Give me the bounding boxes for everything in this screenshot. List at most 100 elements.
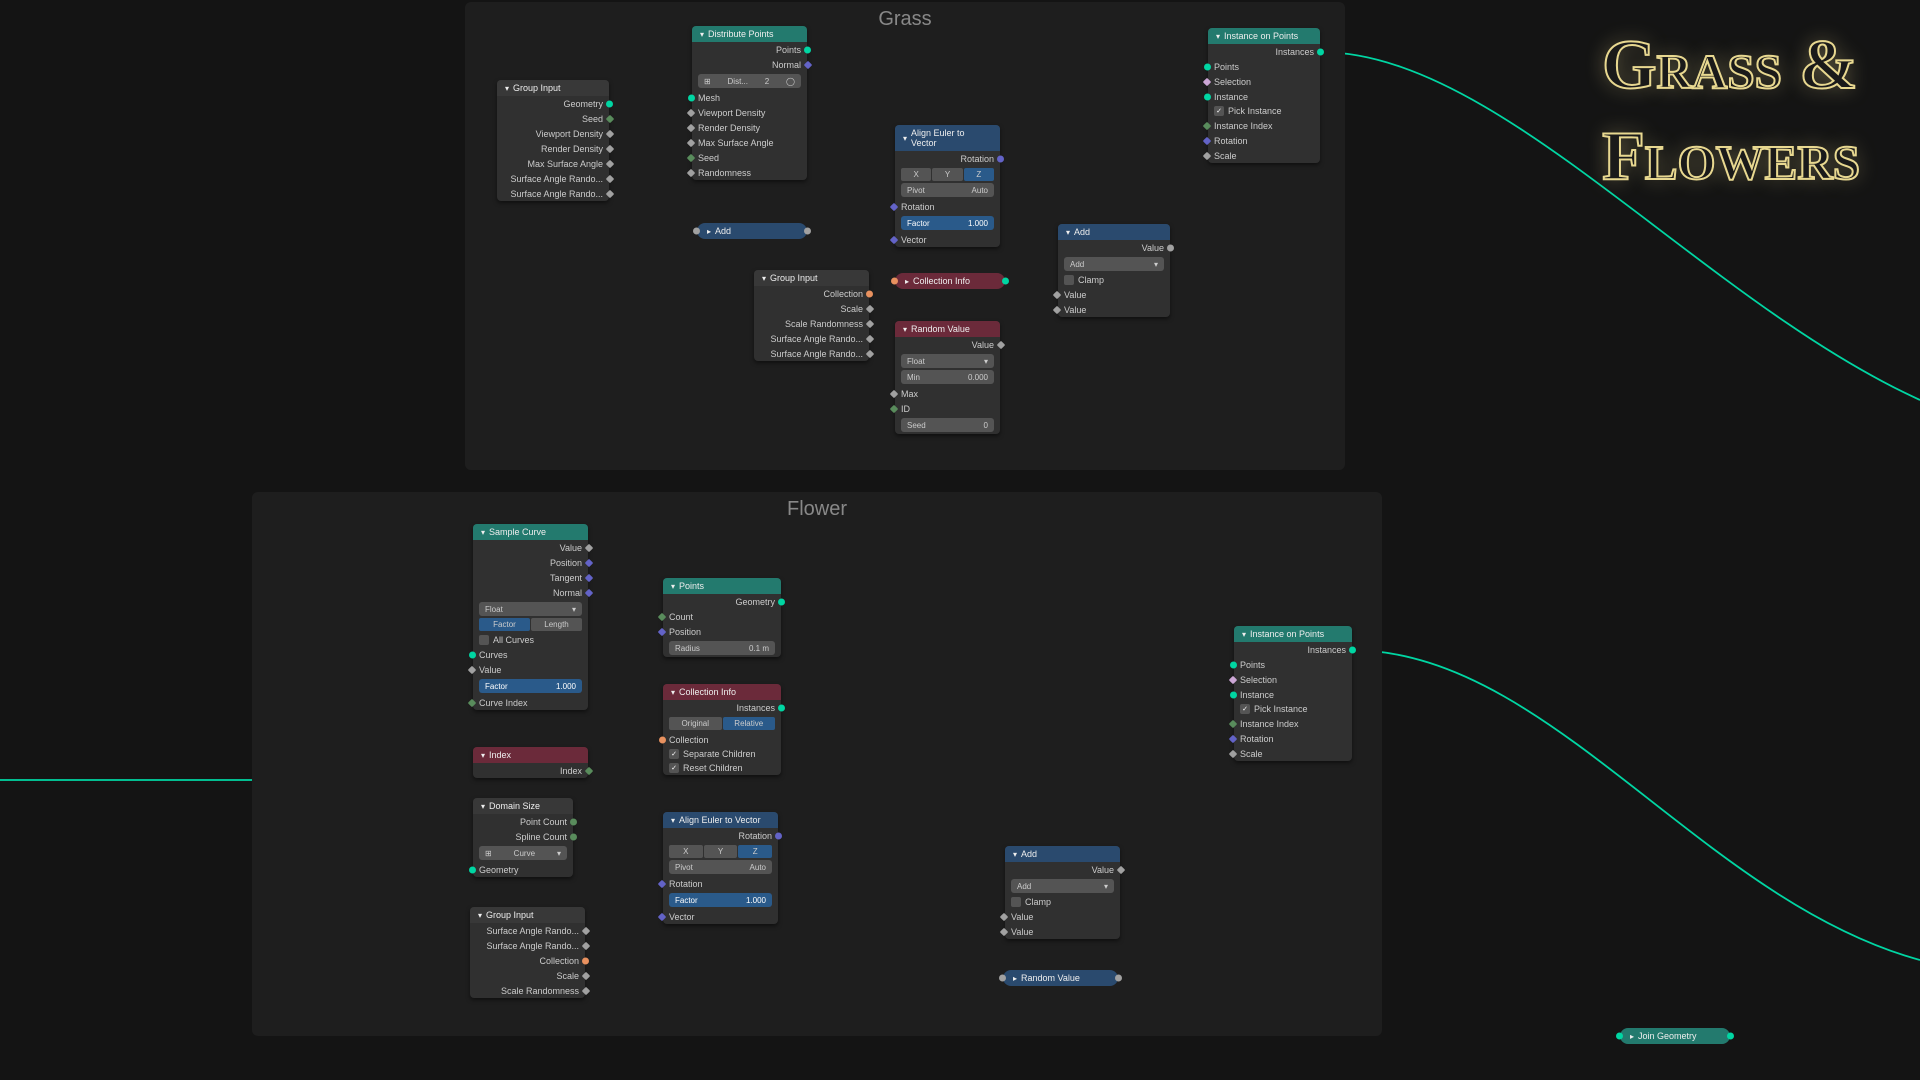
pivot-field[interactable]: PivotAuto <box>901 183 994 197</box>
mode-buttons[interactable]: Original Relative <box>669 717 775 730</box>
socket-label: Position <box>669 627 701 637</box>
socket-label: Scale <box>840 304 863 314</box>
socket-label: Point Count <box>520 817 567 827</box>
socket-label: Surface Angle Rando... <box>770 334 863 344</box>
node-title[interactable]: Group Input <box>754 270 869 286</box>
socket-label: Surface Angle Rando... <box>486 926 579 936</box>
node-index[interactable]: Index Index <box>473 747 588 778</box>
socket-label: Curve Index <box>479 698 528 708</box>
node-collection-info-collapsed[interactable]: Collection Info <box>895 273 1005 289</box>
socket-label: Points <box>776 45 801 55</box>
axis-buttons[interactable]: X Y Z <box>669 845 772 858</box>
socket-label: Points <box>1240 660 1265 670</box>
node-title[interactable]: Random Value <box>895 321 1000 337</box>
socket-label: Value <box>560 543 582 553</box>
pivot-field[interactable]: PivotAuto <box>669 860 772 874</box>
title-overlay: Grass & Flowers <box>1602 20 1860 202</box>
node-instance-on-points[interactable]: Instance on Points Instances Points Sele… <box>1234 626 1352 761</box>
socket-label: Rotation <box>669 879 703 889</box>
node-title[interactable]: Instance on Points <box>1208 28 1320 44</box>
socket-label: Value <box>1011 927 1033 937</box>
node-title[interactable]: Distribute Points <box>692 26 807 42</box>
socket-label: Instance <box>1240 690 1274 700</box>
socket-label: Selection <box>1240 675 1277 685</box>
separate-children[interactable]: Separate Children <box>663 747 781 761</box>
node-instance-on-points[interactable]: Instance on Points Instances Points Sele… <box>1208 28 1320 163</box>
socket-label: Instances <box>1275 47 1314 57</box>
node-add[interactable]: Add Value Add▾ Clamp Value Value <box>1005 846 1120 939</box>
frame-title: Flower <box>252 492 1382 527</box>
socket-label: Value <box>1092 865 1114 875</box>
socket-label: Max Surface Angle <box>527 159 603 169</box>
frame-flower: Flower <box>252 492 1382 1036</box>
socket-label: Surface Angle Rando... <box>770 349 863 359</box>
socket-label: Rotation <box>960 154 994 164</box>
node-random-value-collapsed[interactable]: Random Value <box>1003 970 1118 986</box>
node-group-input[interactable]: Group Input Geometry Seed Viewport Densi… <box>497 80 609 201</box>
dropdown[interactable]: Add▾ <box>1011 879 1114 893</box>
node-random-value[interactable]: Random Value Value Float▾ Min0.000 Max I… <box>895 321 1000 434</box>
node-join-geometry-collapsed[interactable]: Join Geometry <box>1620 1028 1730 1044</box>
dropdown[interactable]: Add▾ <box>1064 257 1164 271</box>
socket-label: Collection <box>539 956 579 966</box>
socket-label: Seed <box>698 153 719 163</box>
clamp-check[interactable]: Clamp <box>1058 273 1170 287</box>
node-group-input[interactable]: Group Input Surface Angle Rando... Surfa… <box>470 907 585 998</box>
node-add-collapsed[interactable]: Add <box>697 223 807 239</box>
min-field[interactable]: Min0.000 <box>901 370 994 384</box>
node-title[interactable]: Points <box>663 578 781 594</box>
socket-label: Geometry <box>563 99 603 109</box>
socket-label: Geometry <box>479 865 519 875</box>
socket-label: Surface Angle Rando... <box>510 174 603 184</box>
node-domain-size[interactable]: Domain Size Point Count Spline Count ⊞Cu… <box>473 798 573 877</box>
node-align-euler[interactable]: Align Euler to Vector Rotation X Y Z Piv… <box>895 125 1000 247</box>
node-title[interactable]: Instance on Points <box>1234 626 1352 642</box>
socket-label: Value <box>1011 912 1033 922</box>
mode-buttons[interactable]: Factor Length <box>479 618 582 631</box>
node-group-input[interactable]: Group Input Collection Scale Scale Rando… <box>754 270 869 361</box>
pick-instance[interactable]: Pick Instance <box>1208 104 1320 118</box>
node-title[interactable]: Align Euler to Vector <box>895 125 1000 151</box>
socket-label: Randomness <box>698 168 751 178</box>
node-distribute-points[interactable]: Distribute Points Points Normal ⊞Dist...… <box>692 26 807 180</box>
socket-label: Render Density <box>698 123 760 133</box>
node-title[interactable]: Sample Curve <box>473 524 588 540</box>
socket-label: Scale Randomness <box>785 319 863 329</box>
node-title[interactable]: Add <box>1005 846 1120 862</box>
node-title[interactable]: Group Input <box>497 80 609 96</box>
dropdown[interactable]: ⊞Dist...2◯ <box>698 74 801 88</box>
node-title[interactable]: Add <box>1058 224 1170 240</box>
radius-field[interactable]: Radius0.1 m <box>669 641 775 655</box>
node-sample-curve[interactable]: Sample Curve Value Position Tangent Norm… <box>473 524 588 710</box>
type-field[interactable]: ⊞Curve▾ <box>479 846 567 860</box>
node-title[interactable]: Align Euler to Vector <box>663 812 778 828</box>
socket-label: Rotation <box>1240 734 1274 744</box>
all-curves[interactable]: All Curves <box>473 633 588 647</box>
factor-field[interactable]: Factor1.000 <box>901 216 994 230</box>
socket-label: Collection <box>823 289 863 299</box>
axis-buttons[interactable]: X Y Z <box>901 168 994 181</box>
reset-children[interactable]: Reset Children <box>663 761 781 775</box>
node-add[interactable]: Add Value Add▾ Clamp Value Value <box>1058 224 1170 317</box>
socket-label: Value <box>1064 290 1086 300</box>
type-field[interactable]: Float▾ <box>479 602 582 616</box>
node-title[interactable]: Group Input <box>470 907 585 923</box>
node-title[interactable]: Index <box>473 747 588 763</box>
clamp-check[interactable]: Clamp <box>1005 895 1120 909</box>
socket-label: Normal <box>553 588 582 598</box>
node-align-euler[interactable]: Align Euler to Vector Rotation X Y Z Piv… <box>663 812 778 924</box>
node-title[interactable]: Domain Size <box>473 798 573 814</box>
node-title[interactable]: Collection Info <box>663 684 781 700</box>
seed-field[interactable]: Seed0 <box>901 418 994 432</box>
socket-label: Rotation <box>738 831 772 841</box>
socket-label: Normal <box>772 60 801 70</box>
socket-label: Value <box>972 340 994 350</box>
type-field[interactable]: Float▾ <box>901 354 994 368</box>
pick-instance[interactable]: Pick Instance <box>1234 702 1352 716</box>
factor-field[interactable]: Factor1.000 <box>479 679 582 693</box>
node-points[interactable]: Points Geometry Count Position Radius0.1… <box>663 578 781 657</box>
socket-label: Points <box>1214 62 1239 72</box>
node-collection-info[interactable]: Collection Info Instances Original Relat… <box>663 684 781 775</box>
socket-label: Instances <box>736 703 775 713</box>
factor-field[interactable]: Factor1.000 <box>669 893 772 907</box>
